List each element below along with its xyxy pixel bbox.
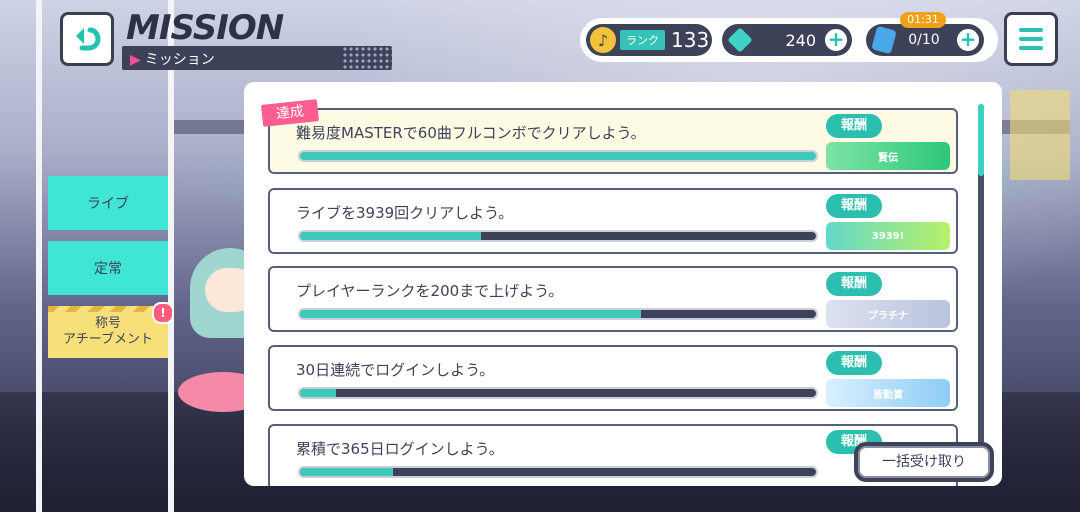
tab-regular[interactable]: 定常 [48,241,168,295]
mission-progress-bar [298,308,818,320]
page-title: MISSION [126,8,284,48]
left-stripe [168,0,174,512]
mission-text: プレイヤーランクを200まで上げよう。 [296,282,564,300]
triangle-icon: ▶ [130,52,141,68]
mission-row[interactable]: 難易度MASTERで60曲フルコンボでクリアしよう。 報酬 賢伝 [268,108,958,174]
stage-screen [1010,90,1070,180]
hamburger-icon [1019,28,1043,32]
energy-bottle-icon [871,25,897,55]
add-crystal-button[interactable]: + [822,26,850,54]
mission-text: ライブを3939回クリアしよう。 [296,204,514,222]
crystal-count: 240 [785,30,816,50]
reward-item[interactable]: プラチナ [826,300,950,328]
mission-progress-bar [298,230,818,242]
page-subtitle: ▶ ミッション [130,49,215,69]
mission-progress-bar [298,466,818,478]
reward-label: 報酬 [826,194,882,218]
rank-label: ランク [620,30,665,50]
mission-text: 累積で365日ログインしよう。 [296,440,504,458]
claim-all-button[interactable]: 一括受け取り [858,446,990,478]
crystal-display: 240 + [722,24,852,56]
status-bar: ♪ ランク 133 240 + 0/10 + 01:31 [580,12,998,62]
back-arrow-icon [76,27,101,51]
energy-timer: 01:31 [900,12,946,28]
left-stripe [36,0,42,512]
energy-count: 0/10 [908,32,940,48]
reward-label: 報酬 [826,114,882,138]
reward-item[interactable]: 賢伝 [826,142,950,170]
mission-progress-bar [298,150,818,162]
tab-title-achievement[interactable]: 称号 アチーブメント [48,306,168,358]
mission-row[interactable]: 累積で365日ログインしよう。 報酬 [268,424,958,486]
mission-row[interactable]: 30日連続でログインしよう。 報酬 皆勤賞 [268,345,958,411]
mission-text: 難易度MASTERで60曲フルコンボでクリアしよう。 [296,124,646,142]
page-title-block: MISSION ▶ ミッション [122,6,392,70]
crystal-icon [727,27,753,53]
page-subtitle-text: ミッション [144,52,215,68]
tab-live[interactable]: ライブ [48,176,168,230]
mission-text: 30日連続でログインしよう。 [296,361,495,379]
reward-item[interactable]: 皆勤賞 [826,379,950,407]
mission-row[interactable]: ライブを3939回クリアしよう。 報酬 3939! [268,188,958,254]
rank-value: 133 [671,28,710,52]
music-note-icon: ♪ [590,27,616,53]
alert-icon: ! [152,302,174,324]
reward-label: 報酬 [826,351,882,375]
back-button[interactable] [60,12,114,66]
mission-row[interactable]: プレイヤーランクを200まで上げよう。 報酬 プラチナ [268,266,958,332]
menu-button[interactable] [1004,12,1058,66]
reward-item[interactable]: 3939! [826,222,950,250]
rank-display[interactable]: ♪ ランク 133 [586,24,712,56]
mission-progress-bar [298,387,818,399]
tab-title-achievement-label: 称号 アチーブメント [63,316,153,347]
mission-list-panel: 達成 難易度MASTERで60曲フルコンボでクリアしよう。 報酬 賢伝 ライブを… [244,82,1002,486]
reward-label: 報酬 [826,272,882,296]
add-energy-button[interactable]: + [954,26,982,54]
energy-display: 0/10 + [866,24,984,56]
scrollbar-thumb[interactable] [978,104,984,176]
